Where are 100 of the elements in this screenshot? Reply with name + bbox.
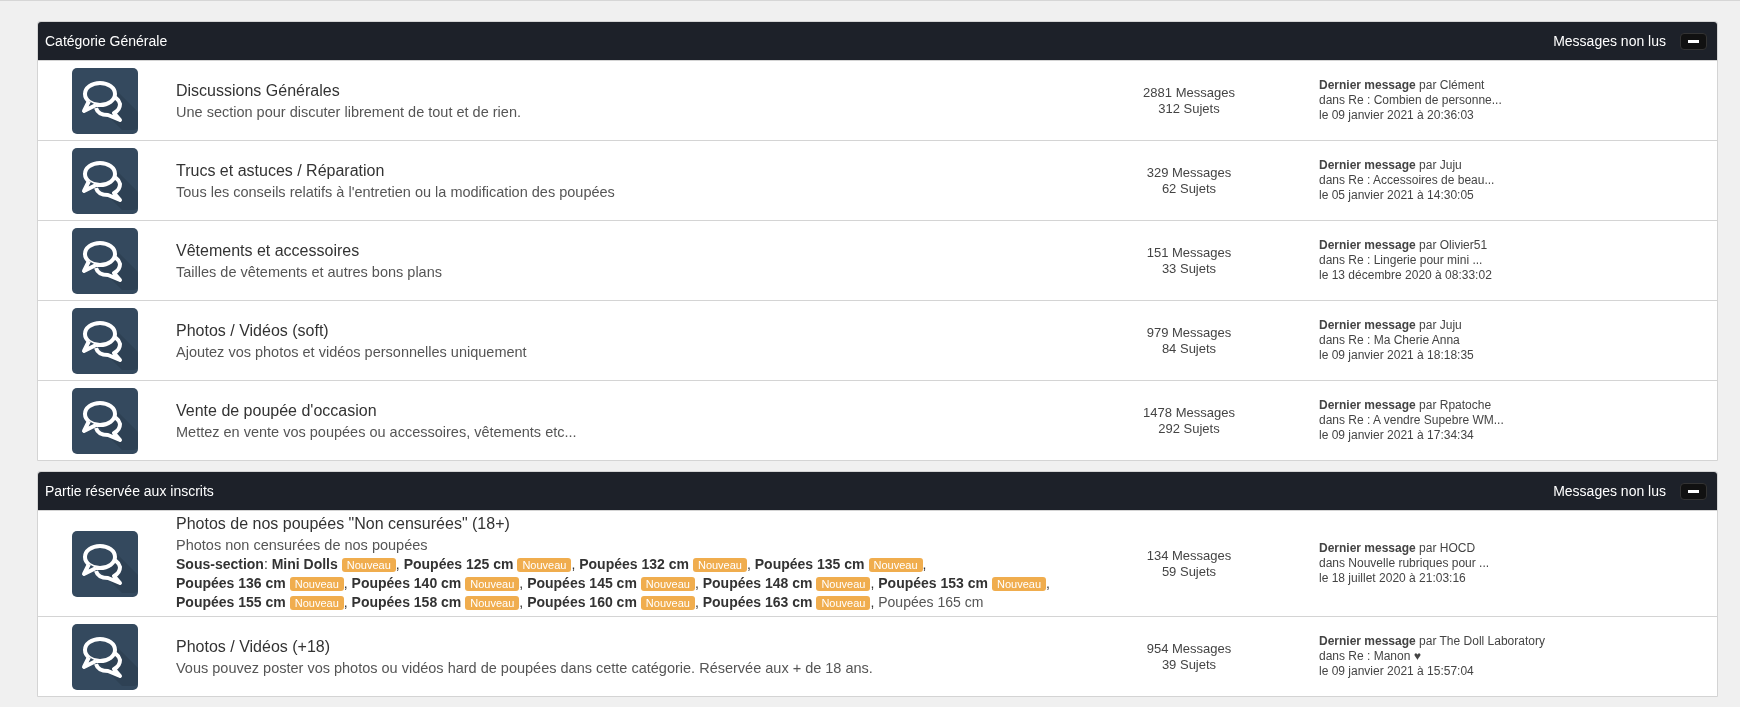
message-count: 954 Messages bbox=[1146, 640, 1232, 657]
forum-description: Ajoutez vos photos et vidéos personnelles uniquement bbox=[176, 343, 528, 360]
forum-title[interactable]: Photos de nos poupées "Non censurées" (18+) bbox=[176, 515, 510, 533]
last-post-link[interactable]: dans Re : Lingerie pour mini ... bbox=[1319, 253, 1483, 268]
list-separator: , bbox=[519, 575, 524, 591]
topic-count: 292 Sujets bbox=[1158, 420, 1220, 437]
unread-messages-link[interactable]: Messages non lus bbox=[1553, 33, 1666, 49]
subforum-link[interactable]: Poupées 155 cm bbox=[176, 594, 286, 610]
collapse-button[interactable] bbox=[1680, 482, 1707, 500]
message-count: 2881 Messages bbox=[1143, 84, 1235, 101]
speech-bubbles-icon bbox=[72, 307, 138, 374]
forum-title[interactable]: Trucs et astuces / Réparation bbox=[176, 161, 385, 180]
subforum-link[interactable]: Poupées 132 cm bbox=[579, 556, 689, 572]
list-separator: , bbox=[694, 594, 699, 610]
message-count: 151 Messages bbox=[1146, 244, 1232, 261]
topic-count: 312 Sujets bbox=[1158, 100, 1220, 117]
list-separator: , bbox=[519, 594, 524, 610]
speech-bubbles-icon bbox=[72, 147, 138, 214]
last-post-link[interactable]: dans Re : A vendre Supebre WM... bbox=[1319, 413, 1504, 428]
new-badge: Nouveau bbox=[992, 577, 1047, 591]
last-post-date: le 05 janvier 2021 à 14:30:05 bbox=[1319, 188, 1474, 203]
subsection-label: Sous-section: bbox=[176, 556, 268, 572]
list-separator: , bbox=[1046, 575, 1050, 591]
new-badge: Nouveau bbox=[289, 577, 344, 591]
subforum-link[interactable]: Poupées 153 cm bbox=[878, 575, 988, 591]
last-post-date: le 09 janvier 2021 à 18:18:35 bbox=[1319, 348, 1474, 363]
topic-count: 39 Sujets bbox=[1161, 656, 1217, 673]
new-badge: Nouveau bbox=[692, 558, 747, 572]
forum-description: Une section pour discuter librement de tout et de rien. bbox=[176, 103, 522, 120]
unread-messages-link[interactable]: Messages non lus bbox=[1553, 483, 1666, 499]
new-badge: Nouveau bbox=[465, 596, 520, 610]
new-badge: Nouveau bbox=[517, 558, 572, 572]
forum-title[interactable]: Photos / Vidéos (soft) bbox=[176, 321, 329, 340]
list-separator: , bbox=[694, 575, 699, 591]
speech-bubbles-icon bbox=[72, 227, 138, 294]
subforum-link[interactable]: Poupées 140 cm bbox=[351, 575, 462, 591]
last-post-date: le 18 juillet 2020 à 21:03:16 bbox=[1319, 571, 1466, 586]
topic-count: 59 Sujets bbox=[1161, 563, 1217, 580]
category-title: Partie réservée aux inscrits bbox=[45, 483, 215, 499]
last-post-link[interactable]: dans Re : Manon ♥ bbox=[1319, 649, 1421, 664]
new-badge: Nouveau bbox=[289, 596, 344, 610]
last-post-author: Dernier message par Juju bbox=[1319, 318, 1462, 333]
topic-count: 62 Sujets bbox=[1161, 180, 1217, 197]
minus-icon bbox=[1688, 39, 1699, 43]
last-post-link[interactable]: dans Re : Ma Cherie Anna bbox=[1319, 333, 1460, 348]
list-separator: , bbox=[922, 556, 927, 572]
subforum-link[interactable]: Poupées 135 cm bbox=[754, 556, 865, 572]
subforum-link[interactable]: Poupées 125 cm bbox=[403, 556, 514, 572]
forum-description: Vous pouvez poster vos photos ou vidéos hard de poupées dans cette catégorie. Réservée aux + de 18 ans. bbox=[176, 659, 874, 676]
new-badge: Nouveau bbox=[640, 596, 695, 610]
new-badge: Nouveau bbox=[341, 558, 396, 572]
message-count: 1478 Messages bbox=[1143, 404, 1235, 421]
subforum-link[interactable]: Poupées 158 cm bbox=[351, 594, 462, 610]
list-separator: , bbox=[395, 556, 400, 572]
forum-description: Tous les conseils relatifs à l'entretien ou la modification des poupées bbox=[176, 183, 616, 200]
message-count: 134 Messages bbox=[1146, 547, 1232, 564]
list-separator: , bbox=[870, 594, 875, 610]
new-badge: Nouveau bbox=[816, 596, 871, 610]
last-post-author: Dernier message par Juju bbox=[1319, 158, 1462, 173]
subforum-link[interactable]: Poupées 136 cm bbox=[176, 575, 286, 591]
list-separator: , bbox=[747, 556, 751, 572]
list-separator: , bbox=[571, 556, 576, 572]
last-post-date: le 09 janvier 2021 à 15:57:04 bbox=[1319, 664, 1474, 679]
collapse-button[interactable] bbox=[1680, 32, 1707, 50]
last-post-link[interactable]: dans Re : Accessoires de beau... bbox=[1319, 173, 1495, 188]
speech-bubbles-icon bbox=[72, 530, 138, 597]
minus-icon bbox=[1688, 489, 1699, 493]
forum-description: Photos non censurées de nos poupées bbox=[176, 537, 429, 553]
last-post-date: le 09 janvier 2021 à 20:36:03 bbox=[1319, 108, 1474, 123]
speech-bubbles-icon bbox=[72, 387, 138, 454]
topic-count: 84 Sujets bbox=[1161, 340, 1217, 357]
last-post-date: le 09 janvier 2021 à 17:34:34 bbox=[1319, 428, 1474, 443]
last-post-date: le 13 décembre 2020 à 08:33:02 bbox=[1319, 268, 1492, 283]
last-post-link[interactable]: dans Re : Combien de personne... bbox=[1319, 93, 1502, 108]
last-post-author: Dernier message par Olivier51 bbox=[1319, 238, 1488, 253]
message-count: 979 Messages bbox=[1146, 324, 1232, 341]
message-count: 329 Messages bbox=[1146, 164, 1232, 181]
subforum-link[interactable]: Poupées 165 cm bbox=[878, 594, 984, 610]
forum-title[interactable]: Photos / Vidéos (+18) bbox=[176, 637, 331, 656]
new-badge: Nouveau bbox=[816, 577, 871, 591]
subforum-link[interactable]: Poupées 160 cm bbox=[527, 594, 637, 610]
forum-title[interactable]: Vente de poupée d'occasion bbox=[176, 401, 377, 420]
last-post-link[interactable]: dans Nouvelle rubriques pour ... bbox=[1319, 556, 1490, 571]
subforum-link[interactable]: Poupées 145 cm bbox=[527, 575, 637, 591]
topic-count: 33 Sujets bbox=[1161, 260, 1217, 277]
subforum-link[interactable]: Mini Dolls bbox=[271, 556, 338, 572]
forum-description: Mettez en vente vos poupées ou accessoires, vêtements etc... bbox=[176, 423, 578, 440]
new-badge: Nouveau bbox=[868, 558, 923, 572]
forum-title[interactable]: Discussions Générales bbox=[176, 81, 340, 100]
last-post-author: Dernier message par Rpatoche bbox=[1319, 398, 1492, 413]
forum-description: Tailles de vêtements et autres bons plans bbox=[176, 263, 443, 280]
forum-title[interactable]: Vêtements et accessoires bbox=[176, 241, 360, 260]
category-title: Catégorie Générale bbox=[45, 33, 169, 49]
subforum-link[interactable]: Poupées 148 cm bbox=[702, 575, 813, 591]
new-badge: Nouveau bbox=[465, 577, 520, 591]
subforum-link[interactable]: Poupées 163 cm bbox=[702, 594, 813, 610]
last-post-author: Dernier message par The Doll Laboratory bbox=[1319, 634, 1545, 649]
list-separator: , bbox=[870, 575, 875, 591]
speech-bubbles-icon bbox=[72, 67, 138, 134]
list-separator: , bbox=[343, 594, 348, 610]
